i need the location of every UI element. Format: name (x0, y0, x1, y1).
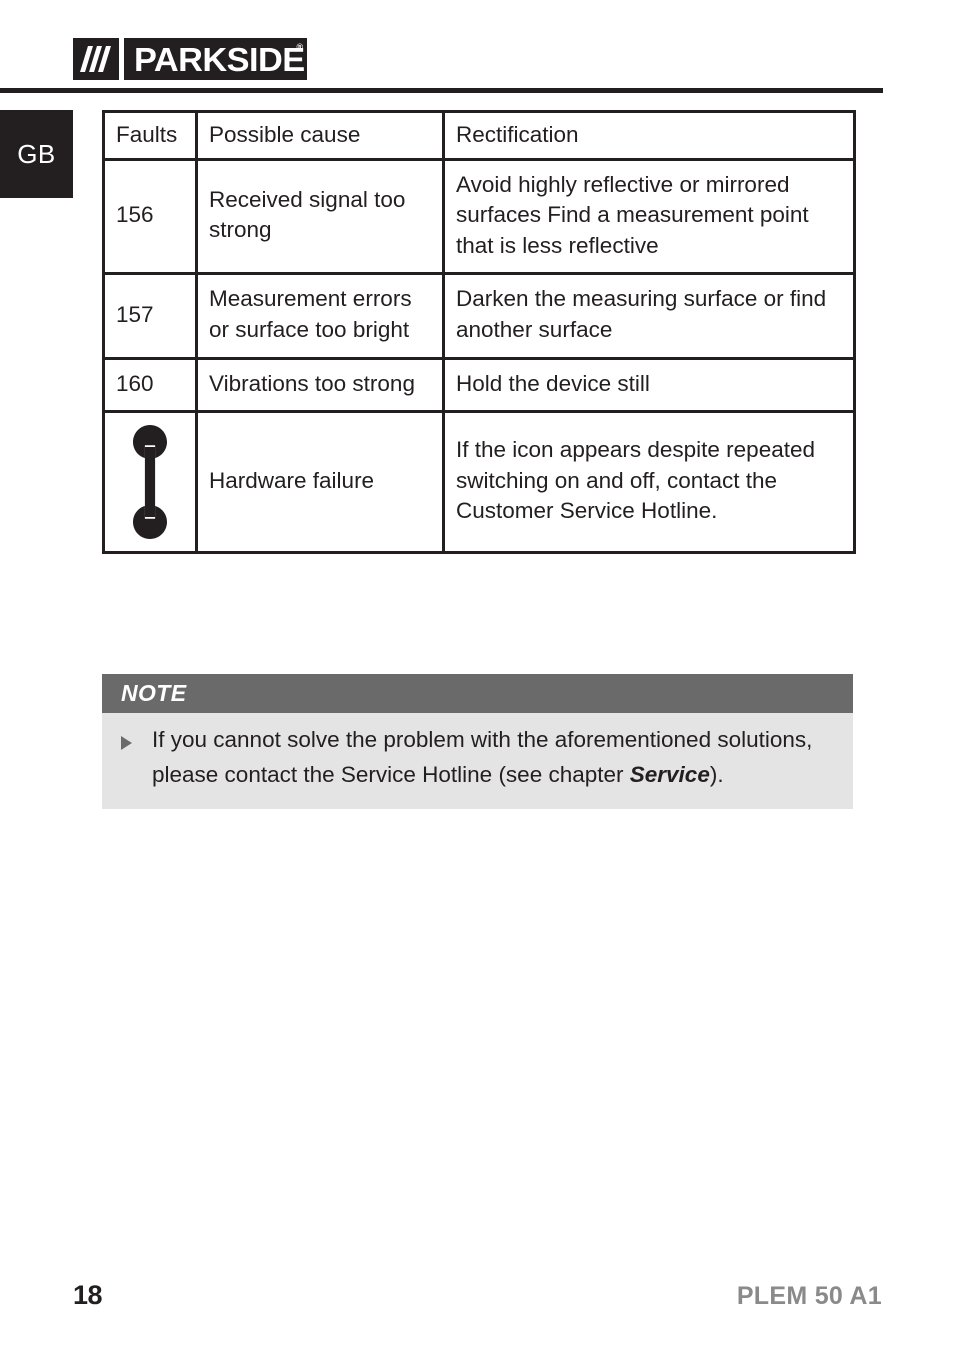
wrench-icon (133, 425, 167, 540)
rectification: Hold the device still (442, 356, 856, 414)
fault-code: 157 (102, 272, 198, 360)
fault-icon-cell (102, 410, 198, 555)
possible-cause: Received signal too strong (195, 157, 445, 276)
possible-cause: Hardware failure (195, 410, 445, 555)
fault-table: Faults Possible cause Rectification 156 … (102, 110, 856, 555)
possible-cause: Measurement errors or surface too bright (195, 272, 445, 360)
three-slashes-icon (73, 38, 119, 80)
language-tab-label: GB (17, 138, 56, 169)
table-row: 156 Received signal too strong Avoid hig… (102, 157, 856, 276)
table-row: 157 Measurement errors or surface too br… (102, 272, 856, 360)
note-text-emphasis: Service (629, 762, 710, 788)
rectification: Darken the measuring surface or find ano… (442, 272, 856, 360)
header-divider (0, 88, 883, 93)
column-header-faults: Faults (102, 110, 198, 161)
note-text: If you cannot solve the problem with the… (152, 723, 831, 793)
note-title: NOTE (102, 674, 853, 714)
registered-trademark-icon: ® (296, 42, 304, 52)
triangle-bullet-icon (121, 736, 132, 751)
rectification: Avoid highly reflective or mirrored surf… (442, 157, 856, 276)
page-number: 18 (73, 1280, 103, 1310)
column-header-rectification: Rectification (442, 110, 856, 161)
note-box: NOTE If you cannot solve the problem wit… (102, 674, 853, 809)
note-body: If you cannot solve the problem with the… (102, 713, 853, 809)
language-tab-gb: GB (0, 110, 73, 198)
page-footer: 18 PLEM 50 A1 (0, 1280, 954, 1320)
rectification: If the icon appears despite repeated swi… (442, 410, 856, 555)
column-header-possible-cause: Possible cause (195, 110, 445, 161)
brand-wordmark-box: PARKSIDE ® (124, 38, 308, 80)
table-row: 160 Vibrations too strong Hold the devic… (102, 356, 856, 414)
fault-code: 156 (102, 157, 198, 276)
note-text-after: ). (709, 762, 724, 788)
table-row: Hardware failure If the icon appears des… (102, 410, 856, 555)
possible-cause: Vibrations too strong (195, 356, 445, 414)
parkside-logo: PARKSIDE ® (73, 38, 308, 80)
fault-code: 160 (102, 356, 198, 414)
model-name: PLEM 50 A1 (736, 1282, 882, 1310)
brand-wordmark: PARKSIDE (134, 40, 305, 78)
table-header-row: Faults Possible cause Rectification (102, 110, 856, 161)
page-header: PARKSIDE ® (0, 0, 954, 100)
